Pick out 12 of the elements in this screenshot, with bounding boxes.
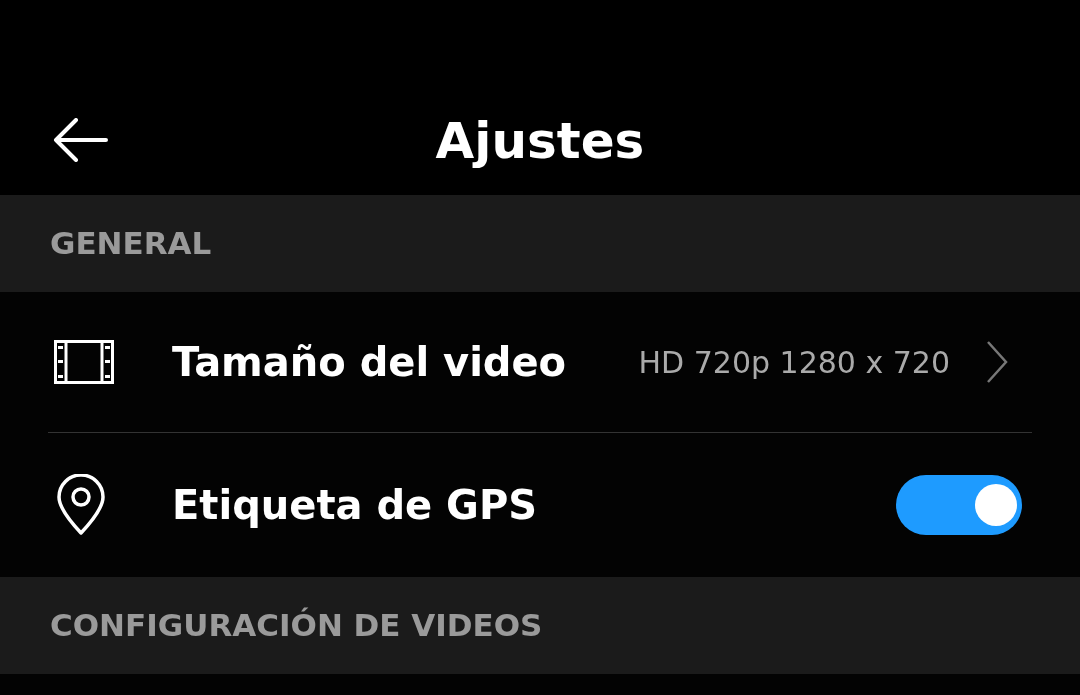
- row-label: Tamaño del video: [172, 339, 568, 385]
- section-header: CONFIGURACIÓN DE VIDEOS: [0, 577, 1080, 674]
- location-pin-icon: [56, 474, 106, 536]
- row-value: HD 720p 1280 x 720: [638, 344, 950, 380]
- film-icon: [54, 340, 114, 384]
- back-arrow-icon: [52, 118, 108, 162]
- section-header: GENERAL: [0, 195, 1080, 292]
- row-label: Etiqueta de GPS: [172, 482, 539, 528]
- chevron-right-icon: [986, 340, 1008, 384]
- page-title: Ajustes: [435, 111, 645, 170]
- toggle-switch[interactable]: [896, 475, 1022, 535]
- settings-row[interactable]: Tamaño del video HD 720p 1280 x 720: [48, 292, 1032, 432]
